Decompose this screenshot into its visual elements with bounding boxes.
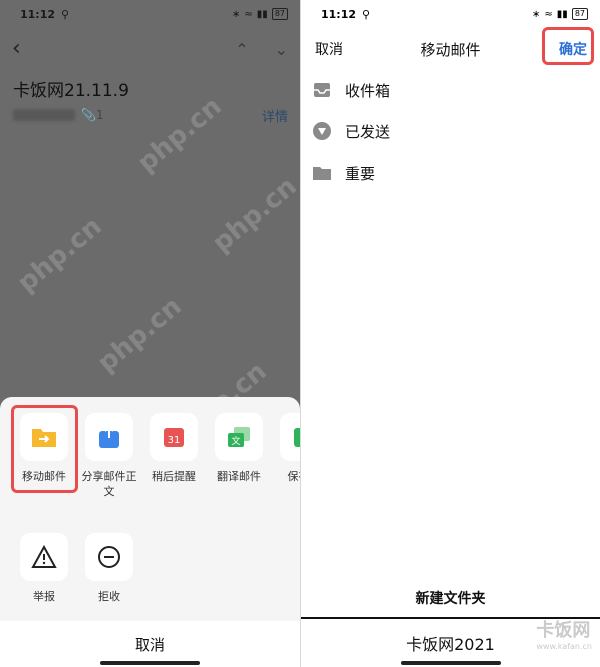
back-icon[interactable]: ‹ [12, 38, 21, 60]
highlight-box [11, 405, 78, 493]
watermark: php.cn [92, 291, 188, 379]
translate-icon: 文 [228, 427, 250, 447]
watermark: php.cn [207, 171, 300, 259]
watermark: php.cn [12, 211, 108, 299]
bluetooth-icon: ∗ [532, 8, 541, 20]
status-time: 11:12 [321, 7, 357, 21]
folder-name: 重要 [345, 164, 376, 183]
watermark: php.cn [132, 91, 228, 179]
move-mail-screen: 11:12 ⚲ ∗ ≈ ▮▮ 87 取消 移动邮件 确定 收件箱 已发送 重要 … [300, 0, 600, 667]
svg-text:31: 31 [168, 435, 181, 446]
folder-item[interactable]: 重要 [313, 160, 588, 186]
save-icon [294, 428, 300, 447]
report-action[interactable]: 举报 [12, 533, 76, 604]
translate-mail-action[interactable]: 文 翻译邮件 [207, 413, 271, 484]
brand-watermark-name: 卡饭网 [536, 620, 591, 641]
share-icon [99, 425, 119, 448]
brand-watermark-url: www.kafan.cn [536, 642, 592, 651]
attachment-icon: 📎1 [81, 108, 104, 122]
brand-watermark: 卡饭网 www.kafan.cn [536, 616, 592, 651]
mail-detail-screen: 11:12 ⚲ ∗ ≈ ▮▮ 87 ‹ ⌃ ⌄ 卡饭网21.11.9 📎1 详情… [0, 0, 300, 667]
wifi-icon: ≈ [544, 8, 553, 20]
home-indicator [400, 661, 501, 665]
warning-icon [31, 545, 57, 568]
folder-name: 已发送 [345, 122, 391, 141]
sent-icon [313, 122, 331, 140]
mail-nav-bar: ‹ ⌃ ⌄ [12, 36, 288, 62]
save-to-action[interactable]: 保存至 [272, 413, 300, 484]
sender-name-blurred [13, 109, 75, 121]
block-icon [98, 546, 120, 568]
calendar-icon: 31 [164, 428, 184, 447]
battery-icon: 87 [571, 8, 588, 20]
prev-mail-icon[interactable]: ⌃ [235, 40, 248, 59]
attachment-count: 1 [95, 108, 104, 122]
search-status-icon: ⚲ [61, 7, 70, 21]
wifi-icon: ≈ [244, 8, 253, 20]
folder-item[interactable]: 已发送 [313, 118, 588, 144]
mail-subject: 卡饭网21.11.9 [13, 81, 129, 101]
reject-action[interactable]: 拒收 [77, 533, 141, 604]
status-time: 11:12 [20, 7, 56, 21]
folder-item[interactable]: 收件箱 [313, 77, 588, 103]
sender-row: 📎1 详情 [13, 106, 288, 125]
highlight-box [542, 27, 594, 65]
remind-later-action[interactable]: 31 稍后提醒 [142, 413, 206, 484]
share-mail-action[interactable]: 分享邮件正文 [77, 413, 141, 499]
search-status-icon: ⚲ [362, 7, 371, 21]
bluetooth-icon: ∗ [232, 8, 241, 20]
new-folder-label: 新建文件夹 [415, 591, 486, 607]
folder-name: 收件箱 [345, 81, 391, 100]
next-mail-icon[interactable]: ⌄ [275, 40, 288, 59]
status-bar: 11:12 ⚲ ∗ ≈ ▮▮ 87 [301, 0, 600, 28]
svg-text:文: 文 [231, 435, 240, 447]
status-bar: 11:12 ⚲ ∗ ≈ ▮▮ 87 [0, 0, 300, 28]
signal-icon: ▮▮ [556, 8, 568, 20]
detail-link[interactable]: 详情 [262, 106, 288, 125]
home-indicator [100, 661, 200, 665]
signal-icon: ▮▮ [256, 8, 268, 20]
folder-icon [313, 167, 331, 180]
inbox-icon [314, 83, 330, 97]
battery-icon: 87 [271, 8, 288, 20]
